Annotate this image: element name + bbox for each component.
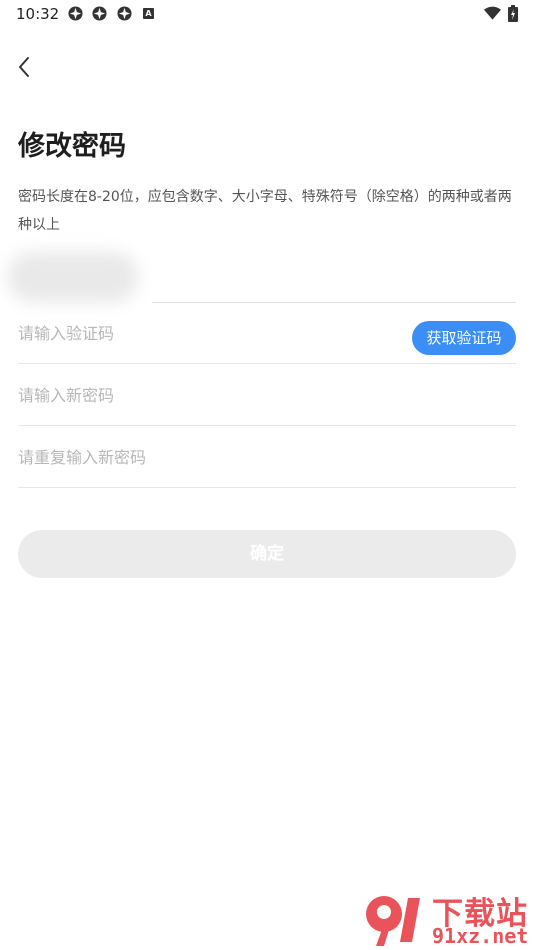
screen: 10:32 A 修改密码 密码长度在8-20位，应包含数字、大小字母、特殊符号（… [0, 0, 534, 950]
watermark-text-en: 91xz.net [432, 924, 529, 948]
password-rule-hint: 密码长度在8-20位，应包含数字、大小字母、特殊符号（除空格）的两种或者两种以上 [18, 189, 512, 233]
back-button[interactable] [12, 52, 38, 82]
confirm-button[interactable]: 确定 [18, 530, 516, 578]
get-code-button[interactable]: 获取验证码 [412, 321, 516, 355]
app-notification-icon [68, 6, 83, 21]
account-number-blurred [8, 252, 138, 302]
verification-code-field: 获取验证码 [18, 302, 516, 364]
status-bar: 10:32 A [0, 0, 534, 28]
wifi-icon [484, 6, 501, 20]
watermark-logo-icon [366, 896, 420, 946]
status-time: 10:32 [16, 5, 60, 23]
app-notification-icon [92, 6, 107, 21]
repeat-password-input[interactable] [18, 442, 398, 472]
battery-icon [508, 5, 518, 22]
verification-code-input[interactable] [18, 318, 398, 348]
watermark: 下载站 91xz.net [362, 888, 534, 950]
page-title: 修改密码 [18, 131, 126, 162]
notification-a-icon: A [143, 8, 154, 19]
new-password-input[interactable] [18, 380, 398, 410]
new-password-field [18, 364, 516, 426]
repeat-password-field [18, 426, 516, 488]
app-notification-icon [117, 6, 132, 21]
